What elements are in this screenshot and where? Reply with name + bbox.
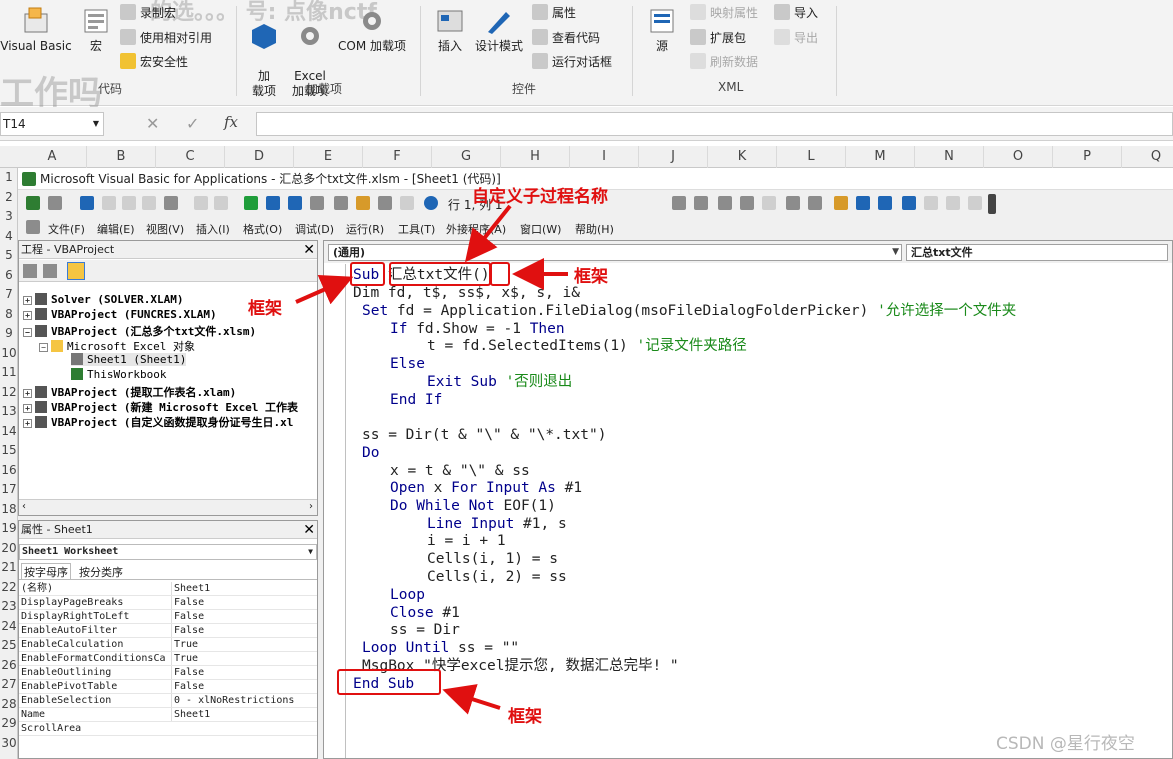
csdn-watermark: CSDN @星行夜空: [996, 734, 1135, 754]
arrow-to-proc-name: [465, 204, 512, 263]
arrow-to-sub: [295, 275, 354, 305]
annotation-arrows: [295, 204, 568, 715]
arrow-to-end-sub: [442, 684, 501, 715]
